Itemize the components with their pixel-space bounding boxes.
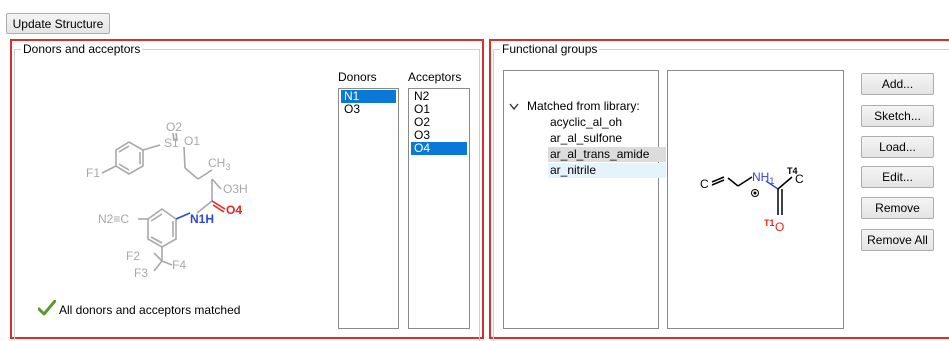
fragment-nh-label: NH1 bbox=[752, 170, 774, 186]
remove-all-button[interactable]: Remove All bbox=[861, 229, 934, 251]
update-structure-button[interactable]: Update Structure bbox=[6, 13, 110, 34]
tree-root-label[interactable]: Matched from library: bbox=[527, 99, 640, 113]
ligand-structure-diagram: O2 S1 O1 F1 CH3 O3H N2≡C F2 F3 F4 N1H O4 bbox=[86, 120, 248, 280]
atom-f4-label: F4 bbox=[172, 258, 186, 272]
functional-groups-tree[interactable]: Matched from library: acyclic_al_oh ar_a… bbox=[503, 70, 666, 329]
atom-o2-label: O2 bbox=[166, 120, 182, 134]
atom-f1-label: F1 bbox=[86, 166, 100, 180]
acceptor-item-o4[interactable]: O4 bbox=[411, 142, 467, 155]
edit-button[interactable]: Edit... bbox=[861, 166, 934, 188]
functional-groups-title: Functional groups bbox=[500, 42, 600, 56]
load-button[interactable]: Load... bbox=[861, 136, 934, 158]
atom-f3-label: F3 bbox=[134, 266, 148, 280]
fragment-viewer: C NH1 T4 C T1 O bbox=[667, 70, 844, 329]
functional-groups-panel: Functional groups Matched from library: … bbox=[489, 39, 949, 341]
donor-item-o3[interactable]: O3 bbox=[341, 103, 396, 116]
fragment-t1-label: T1 bbox=[764, 218, 775, 228]
checkmark-icon bbox=[38, 300, 56, 316]
chevron-down-icon[interactable] bbox=[509, 103, 519, 111]
methyl-label: CH3 bbox=[208, 156, 230, 172]
acceptors-header: Acceptors bbox=[408, 70, 462, 84]
donors-acceptors-title: Donors and acceptors bbox=[21, 42, 143, 56]
tree-item-ar-nitrile[interactable]: ar_nitrile bbox=[548, 163, 666, 178]
atom-n1h-label: N1H bbox=[190, 212, 214, 226]
tree-item-ar-al-sulfone[interactable]: ar_al_sulfone bbox=[548, 131, 666, 146]
tree-item-acyclic-al-oh[interactable]: acyclic_al_oh bbox=[548, 115, 666, 130]
match-status-text: All donors and acceptors matched bbox=[59, 303, 241, 317]
nitrile-label: N2≡C bbox=[98, 212, 129, 226]
donors-header: Donors bbox=[338, 70, 377, 84]
add-button[interactable]: Add... bbox=[861, 73, 934, 95]
donors-acceptors-panel: Donors and acceptors O2 S1 O1 F1 CH3 O3H… bbox=[10, 39, 484, 341]
fragment-c-left-label: C bbox=[700, 177, 709, 191]
atom-f2-label: F2 bbox=[126, 249, 140, 263]
fragment-structure-diagram: C NH1 T4 C T1 O bbox=[700, 166, 804, 234]
tree-item-ar-al-trans-amide[interactable]: ar_al_trans_amide bbox=[548, 147, 666, 162]
sketch-button[interactable]: Sketch... bbox=[861, 105, 934, 127]
acceptors-list[interactable]: N2 O1 O2 O3 O4 bbox=[408, 88, 470, 329]
atom-s1-label: S1 bbox=[164, 136, 179, 150]
atom-o3h-label: O3H bbox=[223, 182, 248, 196]
fragment-o-label: O bbox=[775, 220, 784, 234]
atom-o4-label: O4 bbox=[226, 203, 242, 217]
remove-button[interactable]: Remove bbox=[861, 197, 934, 219]
atom-o1-label: O1 bbox=[184, 134, 200, 148]
donors-list[interactable]: N1 O3 bbox=[338, 88, 399, 329]
fragment-c-right-label: C bbox=[795, 172, 804, 186]
